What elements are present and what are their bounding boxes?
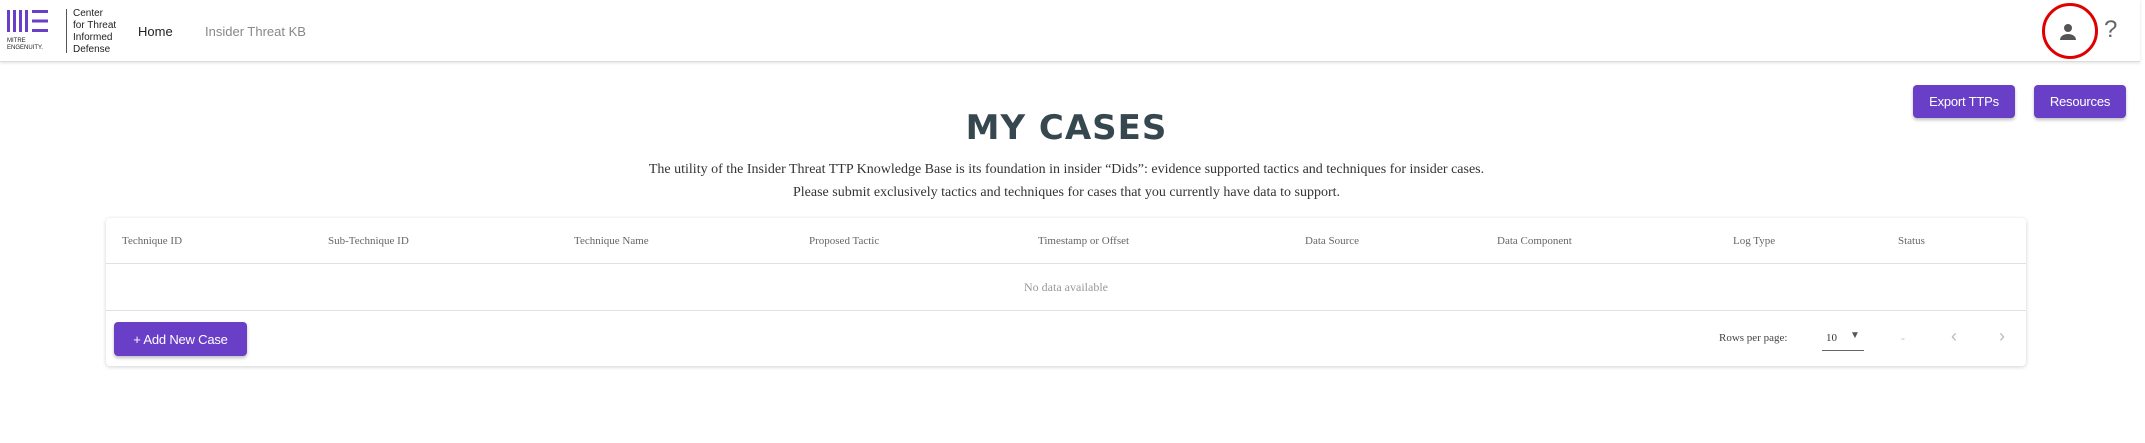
column-header-data-source[interactable]: Data Source <box>1305 235 1359 247</box>
logo-divider <box>66 9 67 53</box>
red-highlight-circle <box>2042 3 2098 59</box>
table-footer-divider <box>106 310 2026 311</box>
logo-brand-line-2: ENGENUITY. <box>7 45 43 51</box>
column-header-data-component[interactable]: Data Component <box>1497 235 1572 247</box>
page-description-line-1: The utility of the Insider Threat TTP Kn… <box>648 162 1485 177</box>
column-header-proposed-tactic[interactable]: Proposed Tactic <box>809 235 879 247</box>
top-navbar: MITRE ENGENUITY. Center for Threat Infor… <box>0 0 2140 62</box>
org-name-line: Center <box>73 8 104 19</box>
pagination-range: - <box>1901 331 1905 345</box>
rows-per-page-select[interactable]: 10 ▼ <box>1822 324 1864 351</box>
rows-per-page-value: 10 <box>1826 332 1837 344</box>
help-icon[interactable]: ? <box>2104 16 2117 44</box>
org-name-line: Informed <box>73 32 113 43</box>
org-name-line: Defense <box>73 44 111 55</box>
cases-table: Technique ID Sub-Technique ID Technique … <box>106 218 2026 366</box>
org-name-line: for Threat <box>73 20 117 31</box>
page-description-line-2: Please submit exclusively tactics and te… <box>792 185 1340 200</box>
mitre-engenuity-logo[interactable]: MITRE ENGENUITY. <box>6 10 58 54</box>
nav-insider-threat-kb-link[interactable]: Insider Threat KB <box>205 24 306 39</box>
page-title: MY CASES <box>965 108 1168 148</box>
empty-table-message: No data available <box>1024 280 1108 294</box>
caret-down-icon: ▼ <box>1850 330 1860 341</box>
add-new-case-button[interactable]: + Add New Case <box>114 322 247 356</box>
rows-per-page-label: Rows per page: <box>1719 332 1788 344</box>
nav-home-link[interactable]: Home <box>138 24 173 39</box>
chevron-right-icon[interactable]: › <box>1999 326 2005 347</box>
column-header-timestamp-or-offset[interactable]: Timestamp or Offset <box>1038 235 1129 247</box>
table-header-divider <box>106 263 2026 264</box>
column-header-technique-name[interactable]: Technique Name <box>574 235 649 247</box>
column-header-technique-id[interactable]: Technique ID <box>122 235 182 247</box>
logo-brand-line-1: MITRE <box>7 38 26 44</box>
chevron-left-icon[interactable]: ‹ <box>1951 326 1957 347</box>
org-name: Center for Threat Informed Defense <box>73 8 133 56</box>
column-header-status[interactable]: Status <box>1898 235 1925 247</box>
column-header-sub-technique-id[interactable]: Sub-Technique ID <box>328 235 409 247</box>
column-header-log-type[interactable]: Log Type <box>1733 235 1775 247</box>
